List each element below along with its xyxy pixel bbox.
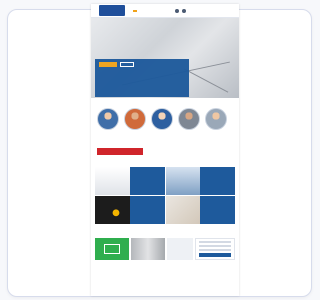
- service-tile[interactable]: [165, 167, 235, 195]
- tile-overlay: [129, 196, 165, 224]
- avatar[interactable]: [151, 108, 173, 130]
- news-image[interactable]: [130, 238, 166, 260]
- nav-item[interactable]: [168, 10, 172, 12]
- exit-icon: [104, 244, 120, 254]
- hero-callout: [95, 59, 189, 97]
- tile-overlay: [200, 196, 235, 224]
- avatar[interactable]: [124, 108, 146, 130]
- service-tile[interactable]: [165, 196, 235, 224]
- news-image[interactable]: [167, 238, 194, 260]
- hero-buttons: [99, 62, 185, 67]
- exit-sign-image[interactable]: [95, 238, 129, 260]
- avatar[interactable]: [178, 108, 200, 130]
- form-field[interactable]: [199, 245, 231, 247]
- service-tile[interactable]: [95, 167, 165, 195]
- services-grid: [95, 167, 235, 224]
- hero-primary-button[interactable]: [99, 62, 117, 67]
- website-preview: [91, 4, 239, 296]
- contact-form: [195, 238, 235, 260]
- form-field[interactable]: [199, 249, 231, 251]
- tile-overlay: [200, 167, 235, 195]
- tile-overlay: [129, 167, 165, 195]
- news-row: [95, 238, 235, 260]
- avatar[interactable]: [97, 108, 119, 130]
- nav-item-active[interactable]: [133, 9, 137, 12]
- promo-banner: [97, 148, 233, 155]
- site-logo[interactable]: [99, 5, 125, 16]
- hero-section: [91, 18, 239, 98]
- nav-item[interactable]: [161, 10, 165, 12]
- main-nav: [133, 8, 186, 13]
- hero-image-detail: [183, 68, 229, 93]
- team-avatars: [97, 108, 233, 130]
- form-submit-button[interactable]: [199, 253, 231, 257]
- nav-item[interactable]: [154, 10, 158, 12]
- avatar[interactable]: [205, 108, 227, 130]
- search-icon[interactable]: [175, 8, 179, 13]
- promo-image[interactable]: [97, 148, 143, 155]
- menu-icon[interactable]: [182, 8, 186, 13]
- nav-item[interactable]: [140, 10, 144, 12]
- hero-secondary-button[interactable]: [120, 62, 134, 67]
- form-field[interactable]: [199, 241, 231, 243]
- site-header: [91, 4, 239, 18]
- service-tile[interactable]: [95, 196, 165, 224]
- nav-item[interactable]: [147, 10, 151, 12]
